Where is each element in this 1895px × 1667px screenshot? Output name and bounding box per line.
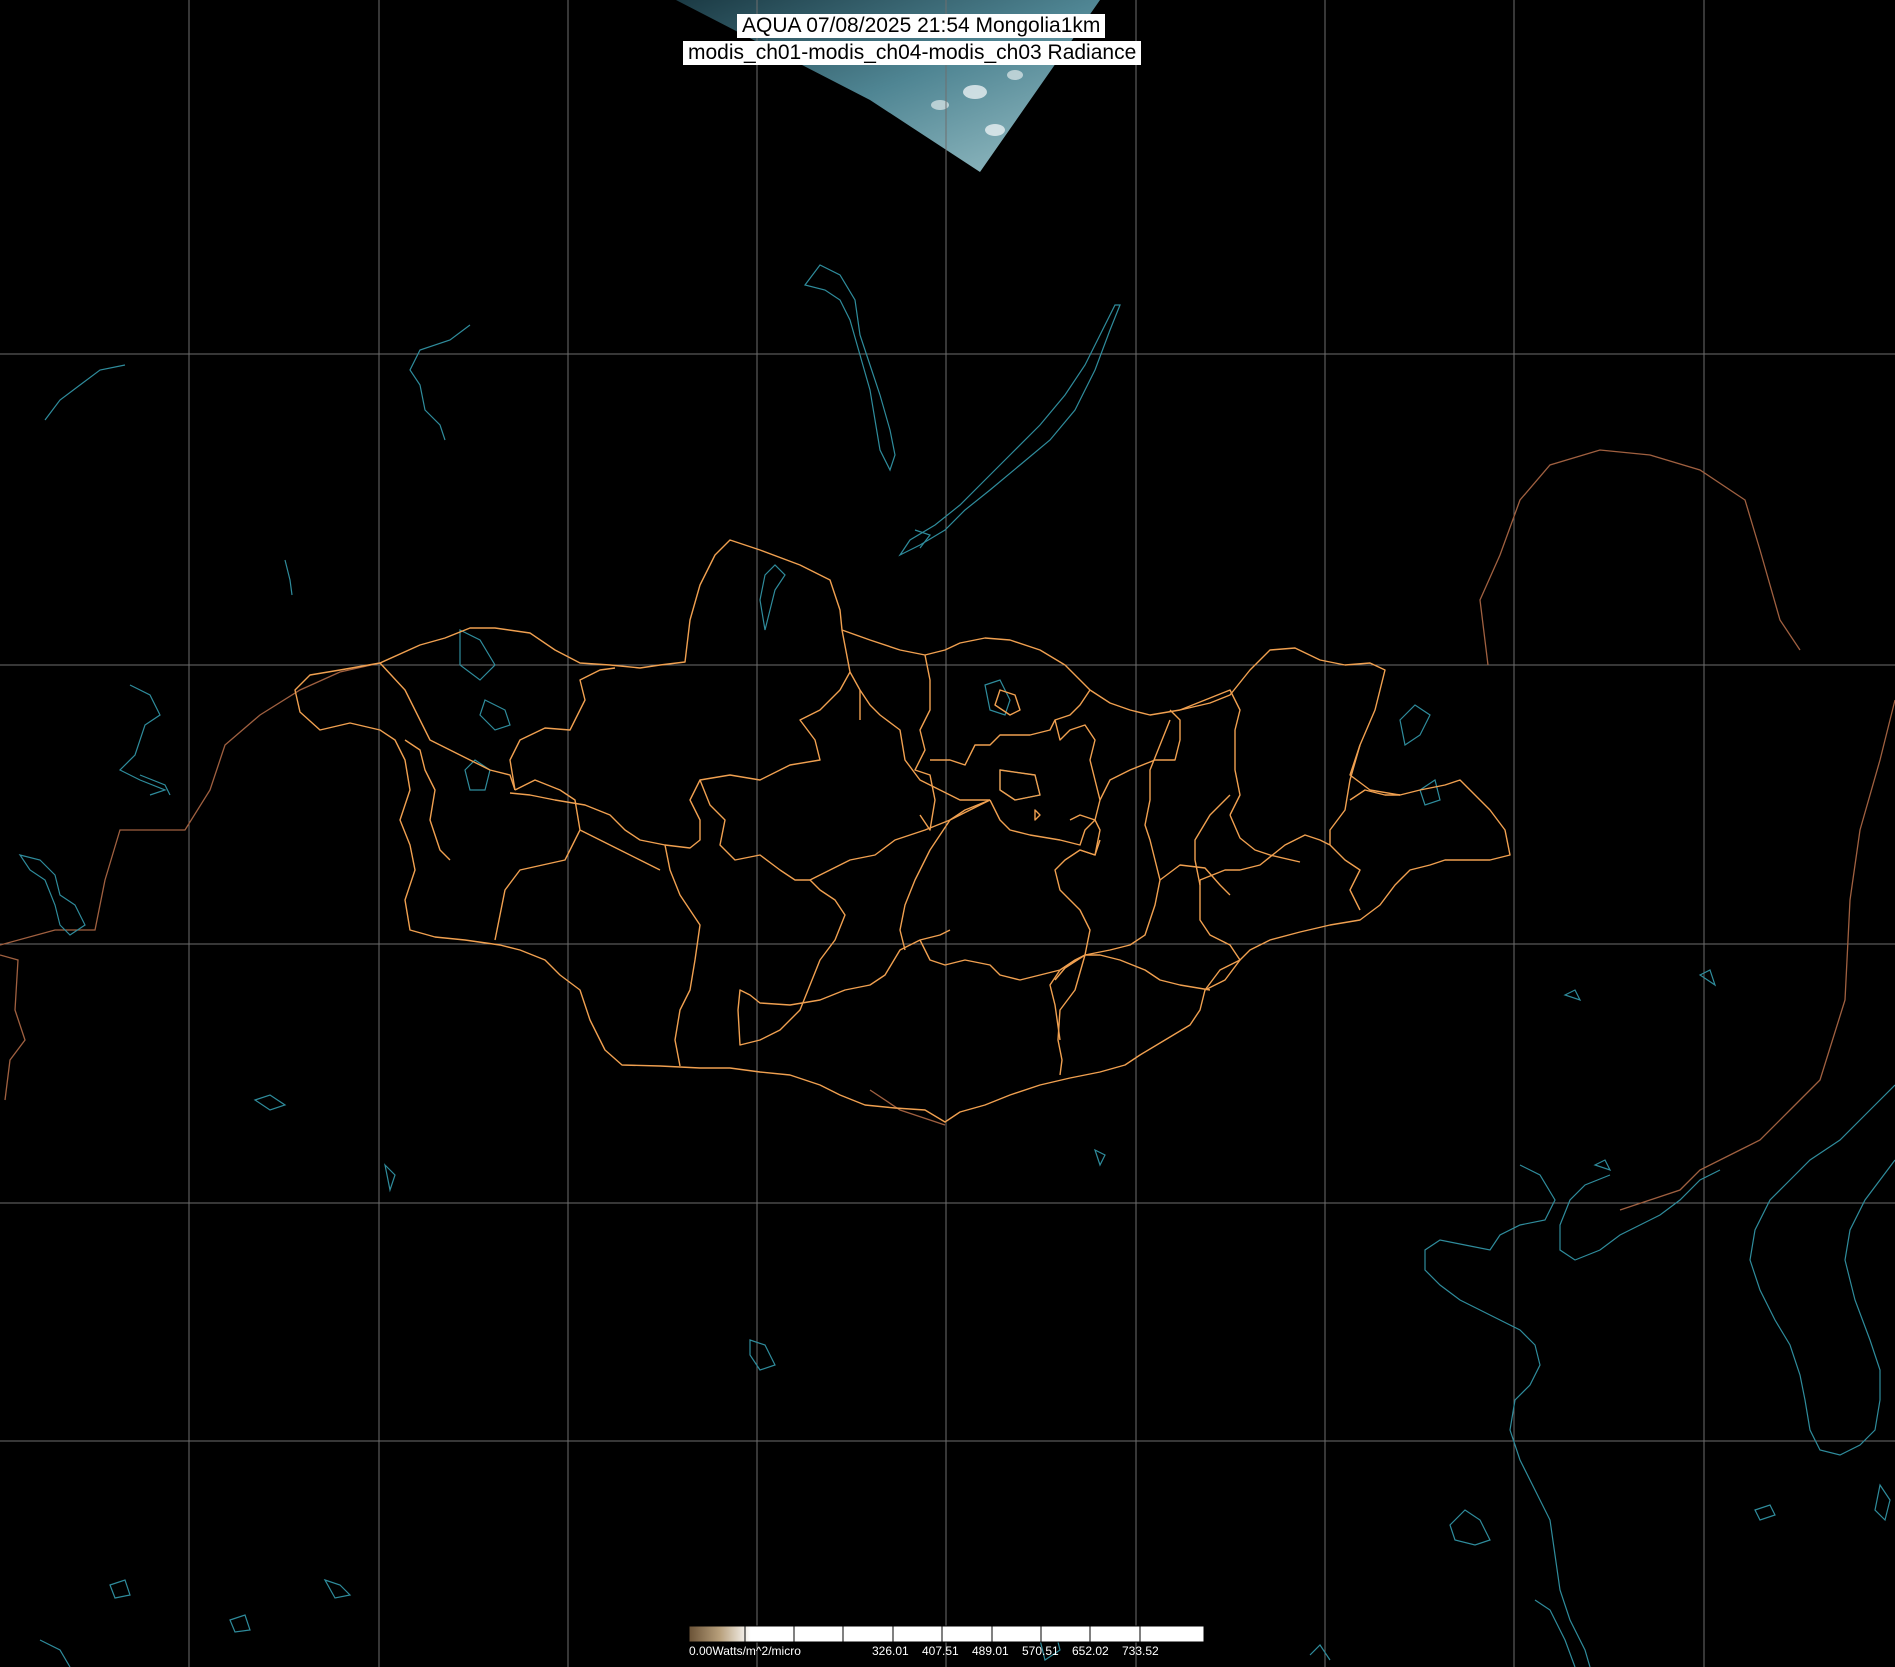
colorbar-tick-label: 570.51	[1022, 1644, 1059, 1658]
colorbar-tick-label: 733.52	[1122, 1644, 1159, 1658]
coastlines-lakes	[18, 264, 1895, 1667]
colorbar	[688, 1625, 1205, 1643]
colorbar-tick-label: 407.51	[922, 1644, 959, 1658]
satellite-map	[0, 0, 1895, 1667]
colorbar-unit-label: 0.00Watts/m^2/micro	[689, 1644, 801, 1658]
map-title-line-2: modis_ch01-modis_ch04-modis_ch03 Radianc…	[683, 41, 1142, 65]
map-title-line-1: AQUA 07/08/2025 21:54 Mongolia1km	[737, 14, 1106, 38]
colorbar-tick-label: 326.01	[872, 1644, 909, 1658]
colorbar-tick-label: 489.01	[972, 1644, 1009, 1658]
colorbar-tick-label: 652.02	[1072, 1644, 1109, 1658]
international-borders	[0, 449, 1895, 1211]
lat-lon-grid	[0, 0, 1895, 1667]
mongolia-province-borders	[294, 539, 1511, 1123]
colorbar-gradient	[688, 1625, 1205, 1643]
